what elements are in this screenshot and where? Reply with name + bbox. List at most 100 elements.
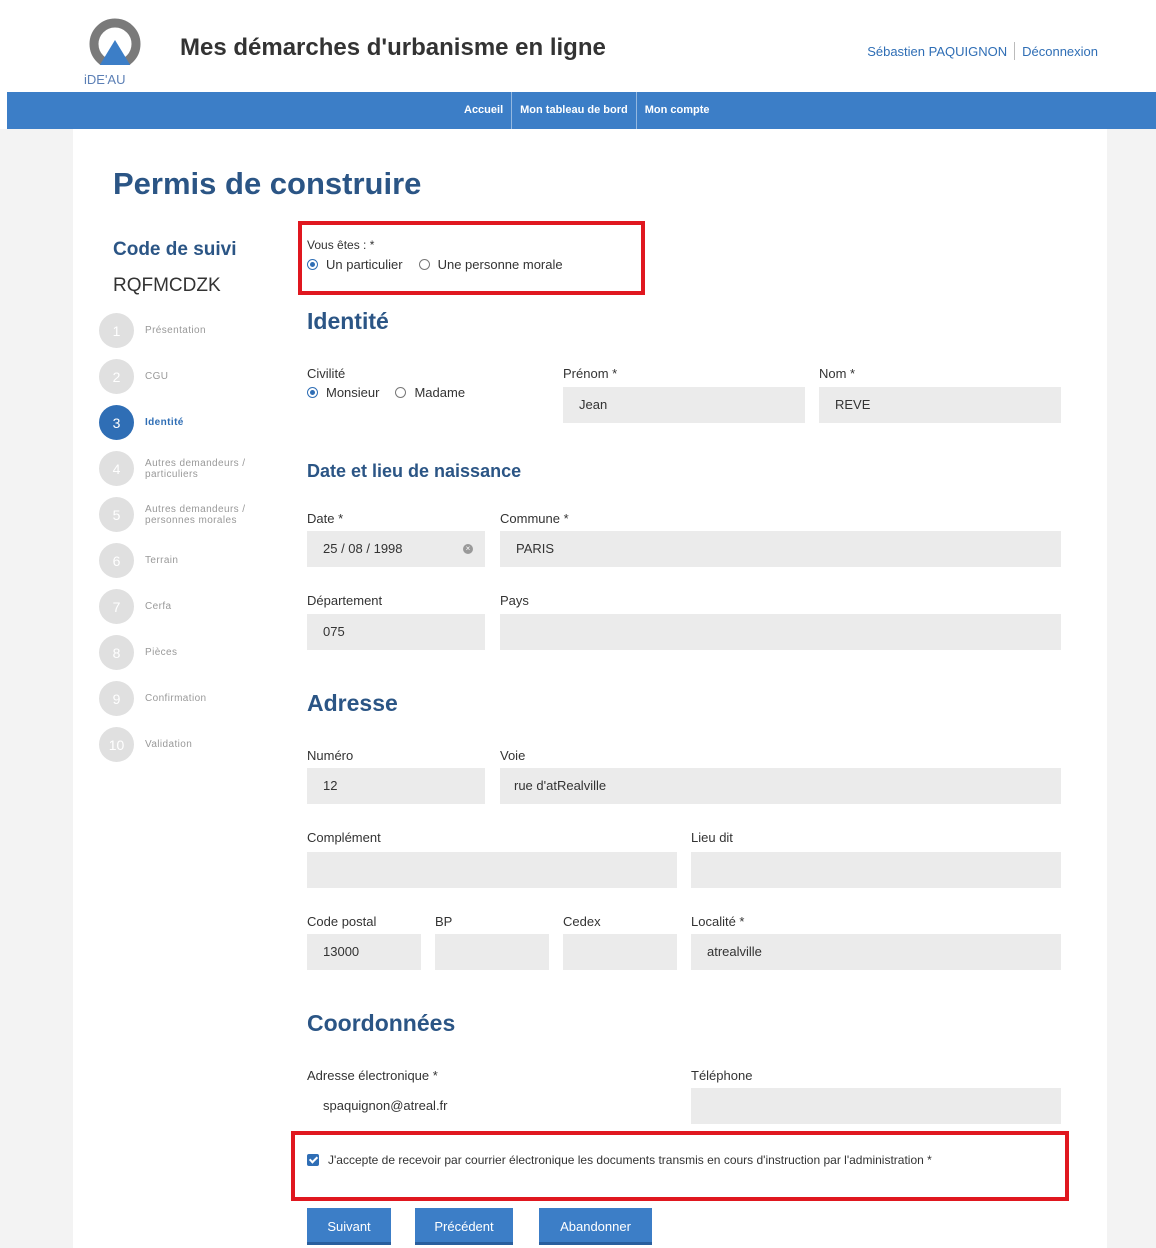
pays-label: Pays <box>500 593 529 608</box>
nav-item-tableau-de-bord[interactable]: Mon tableau de bord <box>512 92 637 129</box>
step-label: Pièces <box>145 647 178 658</box>
step-number: 10 <box>99 727 134 762</box>
step-label: Autres demandeurs / personnes morales <box>145 503 246 526</box>
cedex-input[interactable] <box>563 934 677 970</box>
radio-particulier-dot[interactable] <box>307 259 318 270</box>
step-pieces[interactable]: 8 Pièces <box>99 635 275 670</box>
email-input[interactable]: spaquignon@atreal.fr <box>307 1088 677 1124</box>
prenom-input[interactable]: Jean <box>563 387 805 423</box>
civilite-label: Civilité <box>307 366 346 381</box>
step-label: Cerfa <box>145 601 172 612</box>
step-cerfa[interactable]: 7 Cerfa <box>99 589 275 624</box>
adresse-heading: Adresse <box>307 690 398 716</box>
tracking-code-label: Code de suivi <box>113 239 237 260</box>
user-area: Sébastien PAQUIGNON Déconnexion <box>867 42 1098 60</box>
abandon-button[interactable]: Abandonner <box>539 1208 652 1245</box>
user-area-separator <box>1014 42 1016 60</box>
commune-input[interactable]: PARIS <box>500 531 1061 567</box>
departement-label: Département <box>307 593 383 608</box>
bp-input[interactable] <box>435 934 549 970</box>
step-label: Autres demandeurs / particuliers <box>145 457 246 480</box>
previous-button[interactable]: Précédent <box>415 1208 513 1245</box>
step-number: 1 <box>99 313 134 348</box>
date-input-value: 25 / 08 / 1998 <box>323 541 403 556</box>
identite-heading: Identité <box>307 308 389 334</box>
code-postal-input[interactable]: 13000 <box>307 934 421 970</box>
header: iDE'AU Mes démarches d'urbanisme en lign… <box>0 0 1156 92</box>
coordonnees-heading: Coordonnées <box>307 1010 456 1036</box>
vous-etes-label: Vous êtes : * <box>307 238 375 252</box>
radio-monsieur-dot[interactable] <box>307 387 318 398</box>
email-label: Adresse électronique * <box>307 1068 438 1083</box>
bp-label: BP <box>435 914 453 929</box>
radio-madame[interactable]: Madame <box>395 385 465 400</box>
nav-item-accueil[interactable]: Accueil <box>456 92 513 129</box>
nav-item-mon-compte[interactable]: Mon compte <box>637 92 718 129</box>
lieudit-input[interactable] <box>691 852 1061 888</box>
radio-madame-dot[interactable] <box>395 387 407 398</box>
radio-madame-label: Madame <box>414 385 466 400</box>
tracking-code-value: RQFMCDZK <box>113 275 221 296</box>
step-number: 3 <box>99 405 134 440</box>
step-presentation[interactable]: 1 Présentation <box>99 313 275 348</box>
numero-label: Numéro <box>307 748 354 763</box>
step-label: Terrain <box>145 555 179 566</box>
radio-personne-morale-label: Une personne morale <box>437 257 563 272</box>
localite-label: Localité * <box>691 914 745 929</box>
next-button[interactable]: Suivant <box>307 1208 391 1245</box>
cedex-label: Cedex <box>563 914 601 929</box>
step-cgu[interactable]: 2 CGU <box>99 359 275 394</box>
date-input[interactable]: 25 / 08 / 1998 × <box>307 531 485 567</box>
complement-input[interactable] <box>307 852 677 888</box>
consent-label: J'accepte de recevoir par courrier élect… <box>328 1153 932 1167</box>
consent-row: J'accepte de recevoir par courrier élect… <box>307 1151 1027 1169</box>
step-number: 6 <box>99 543 134 578</box>
localite-input[interactable]: atrealville <box>691 934 1061 970</box>
nom-input[interactable]: REVE <box>819 387 1061 423</box>
step-number: 7 <box>99 589 134 624</box>
civilite-radio-group: Monsieur Madame <box>307 385 481 400</box>
vous-etes-radio-group: Un particulier Une personne morale <box>307 257 579 272</box>
date-label: Date * <box>307 511 344 526</box>
logout-link[interactable]: Déconnexion <box>1022 44 1098 59</box>
prenom-label: Prénom * <box>563 366 618 381</box>
step-number: 9 <box>99 681 134 716</box>
step-label: Confirmation <box>145 693 207 704</box>
radio-personne-morale-dot[interactable] <box>418 259 430 270</box>
voie-input[interactable]: rue d'atRealville <box>500 768 1061 804</box>
voie-label: Voie <box>500 748 526 763</box>
commune-label: Commune * <box>500 511 569 526</box>
step-label: Présentation <box>145 325 206 336</box>
step-identite[interactable]: 3 Identité <box>99 405 275 440</box>
step-number: 8 <box>99 635 134 670</box>
departement-input[interactable]: 075 <box>307 614 485 650</box>
clear-date-icon[interactable]: × <box>463 544 473 554</box>
step-number: 4 <box>99 451 134 486</box>
app-title: Mes démarches d'urbanisme en ligne <box>180 34 606 61</box>
radio-monsieur[interactable]: Monsieur <box>307 385 379 400</box>
main-navbar: Accueil Mon tableau de bord Mon compte <box>7 92 1156 129</box>
step-terrain[interactable]: 6 Terrain <box>99 543 275 578</box>
numero-input[interactable]: 12 <box>307 768 485 804</box>
radio-monsieur-label: Monsieur <box>326 385 380 400</box>
radio-particulier-label: Un particulier <box>326 257 403 272</box>
naissance-heading: Date et lieu de naissance <box>307 461 522 481</box>
step-autres-personnes-morales[interactable]: 5 Autres demandeurs / personnes morales <box>99 497 275 532</box>
step-label: Identité <box>145 417 184 428</box>
complement-label: Complément <box>307 830 381 845</box>
telephone-input[interactable] <box>691 1088 1061 1124</box>
pays-input[interactable] <box>500 614 1061 650</box>
step-autres-particuliers[interactable]: 4 Autres demandeurs / particuliers <box>99 451 275 486</box>
consent-checkbox[interactable] <box>307 1154 319 1166</box>
step-label: Validation <box>145 739 193 750</box>
step-validation[interactable]: 10 Validation <box>99 727 275 762</box>
telephone-label: Téléphone <box>691 1068 753 1083</box>
step-number: 5 <box>99 497 134 532</box>
step-confirmation[interactable]: 9 Confirmation <box>99 681 275 716</box>
code-postal-label: Code postal <box>307 914 377 929</box>
radio-personne-morale[interactable]: Une personne morale <box>418 257 563 272</box>
user-name-link[interactable]: Sébastien PAQUIGNON <box>867 44 1007 59</box>
lieudit-label: Lieu dit <box>691 830 733 845</box>
logo-text: iDE'AU <box>84 72 126 87</box>
radio-particulier[interactable]: Un particulier <box>307 257 403 272</box>
